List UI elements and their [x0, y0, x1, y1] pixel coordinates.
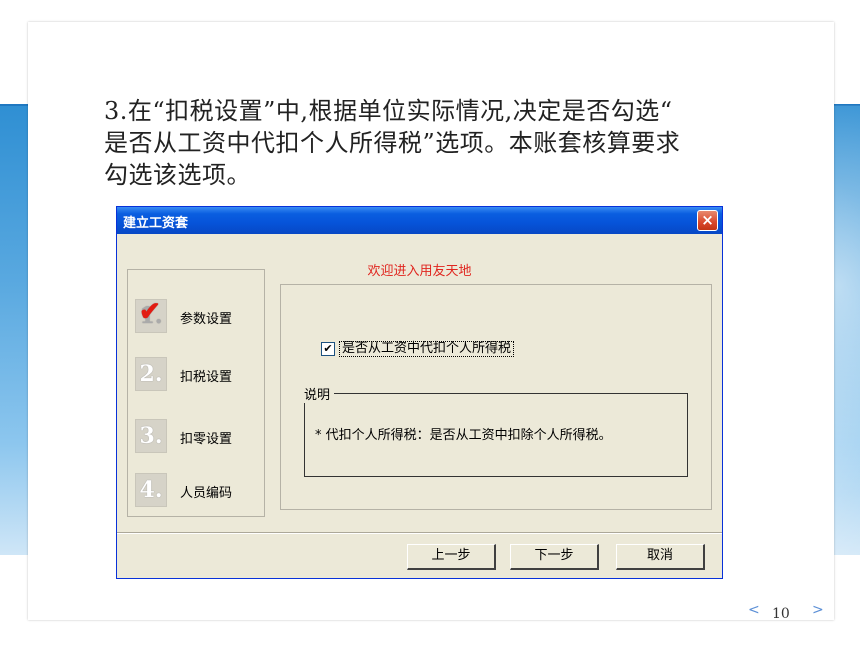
options-panel: ✔ 是否从工资中代扣个人所得税 说明 * 代扣个人所得税：是否从工资中扣除个人所…: [280, 284, 712, 510]
close-icon: ×: [701, 211, 714, 229]
page-number: 10: [772, 606, 790, 622]
next-slide-icon[interactable]: >: [812, 602, 824, 618]
prev-slide-icon[interactable]: <: [748, 602, 760, 618]
slide-text: 3.在“扣税设置”中,根据单位实际情况,决定是否勾选“ 是否从工资中代扣个人所得…: [104, 95, 804, 191]
divider: [117, 532, 722, 534]
close-button[interactable]: ×: [697, 210, 718, 231]
dialog-title: 建立工资套: [123, 216, 189, 231]
group-title: 说明: [304, 384, 335, 403]
step-number-icon: 4.: [135, 473, 167, 507]
next-button[interactable]: 下一步: [510, 544, 599, 570]
prev-button[interactable]: 上一步: [407, 544, 496, 570]
cancel-button[interactable]: 取消: [616, 544, 705, 570]
slide-text-line: 勾选该选项。: [104, 161, 251, 189]
slide-text-line: 3.在“扣税设置”中,根据单位实际情况,决定是否勾选“: [104, 97, 673, 125]
withhold-tax-checkbox[interactable]: ✔: [321, 342, 335, 356]
checkmark-icon: ✔: [139, 297, 161, 327]
step-number-icon: 3.: [135, 419, 167, 453]
withhold-tax-label[interactable]: 是否从工资中代扣个人所得税: [339, 341, 515, 357]
step-label: 参数设置: [180, 312, 233, 327]
description-group: 说明 * 代扣个人所得税：是否从工资中扣除个人所得税。: [304, 384, 688, 477]
step-params: 1. ✔ 参数设置: [135, 297, 261, 339]
dialog-titlebar[interactable]: 建立工资套 ×: [117, 207, 722, 234]
step-label: 扣税设置: [180, 370, 233, 385]
step-rounding: 3. 扣零设置: [135, 419, 261, 459]
step-tax: 2. 扣税设置: [135, 357, 261, 397]
step-staff-code: 4. 人员编码: [135, 473, 261, 513]
step-number-icon: 2.: [135, 357, 167, 391]
slide-text-line: 是否从工资中代扣个人所得税”选项。本账套核算要求: [104, 129, 681, 157]
setup-wizard-dialog: 建立工资套 × 欢迎进入用友天地 1. ✔ 参数设置 2. 扣税设置 3. 扣零…: [116, 206, 723, 579]
step-label: 扣零设置: [180, 432, 233, 447]
step-number-icon: 1. ✔: [135, 297, 167, 333]
description-text: * 代扣个人所得税：是否从工资中扣除个人所得税。: [315, 428, 612, 443]
step-label: 人员编码: [180, 486, 233, 501]
